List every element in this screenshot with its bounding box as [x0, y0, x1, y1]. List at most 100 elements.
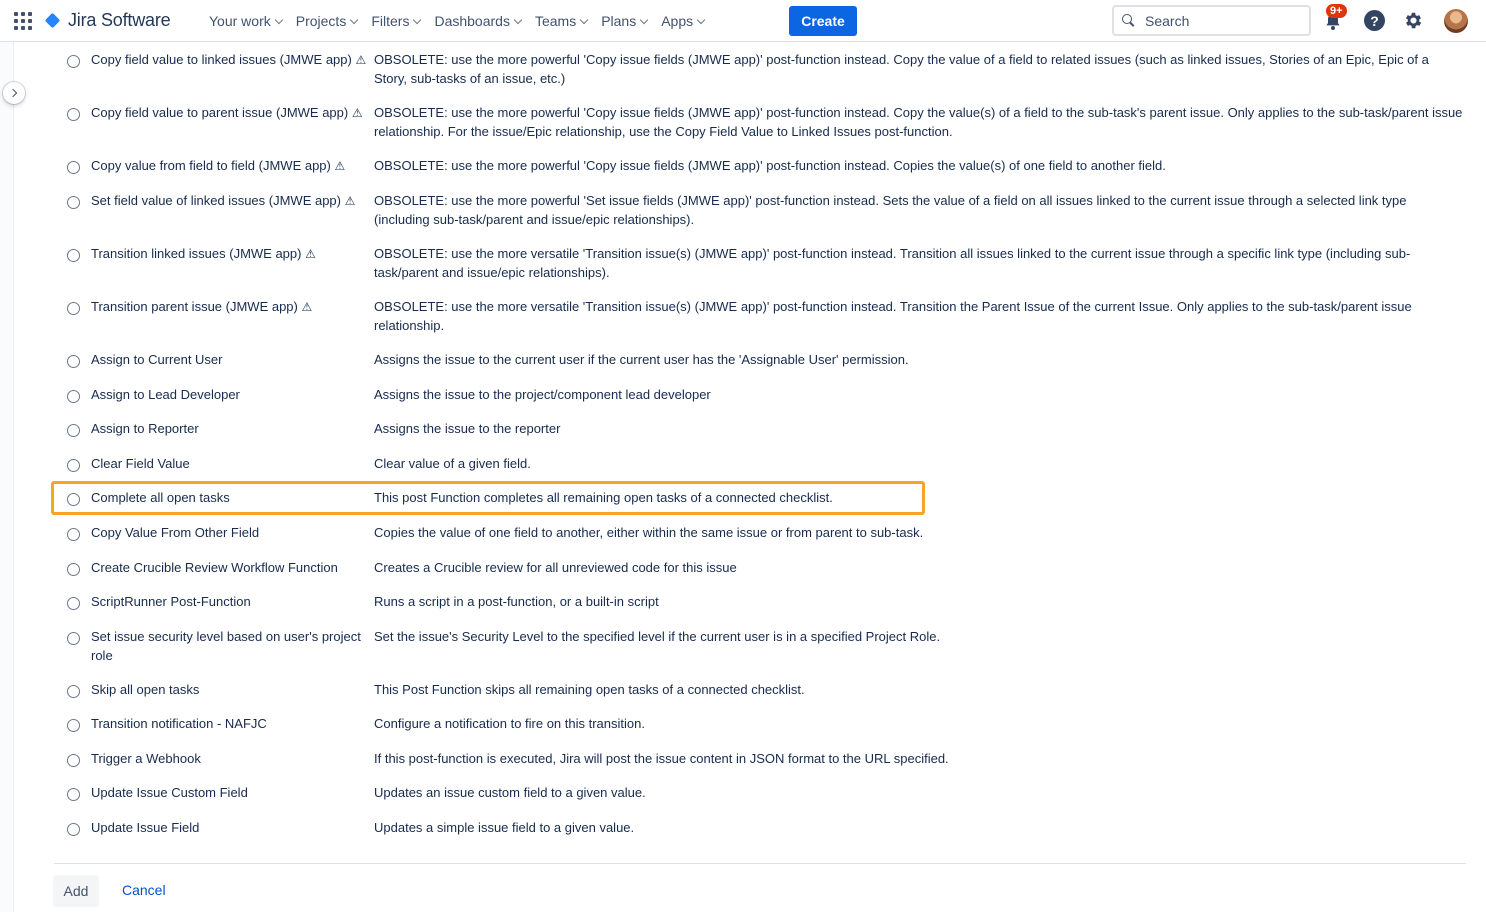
settings-gear-icon[interactable]	[1403, 10, 1424, 31]
function-description: OBSOLETE: use the more versatile 'Transi…	[374, 246, 1411, 280]
function-name-text: Transition notification - NAFJC	[91, 716, 267, 731]
radio-button[interactable]	[67, 719, 80, 732]
nav-item-label: Filters	[371, 13, 410, 29]
chevron-down-icon	[579, 15, 589, 24]
function-name[interactable]: Skip all open tasks	[91, 681, 367, 700]
nav-item-apps[interactable]: Apps	[661, 0, 706, 42]
function-name[interactable]: Update Issue Field	[91, 819, 367, 838]
function-name[interactable]: Assign to Lead Developer	[91, 386, 367, 405]
nav-item-teams[interactable]: Teams	[535, 0, 589, 42]
warning-icon: ⚠	[351, 106, 363, 120]
radio-button[interactable]	[67, 493, 80, 506]
function-description: OBSOLETE: use the more powerful 'Copy is…	[374, 158, 1166, 173]
function-name-text: ScriptRunner Post-Function	[91, 594, 251, 609]
warning-icon: ⚠	[334, 159, 346, 173]
jira-logo[interactable]: Jira Software	[44, 10, 171, 31]
function-description: Assigns the issue to the project/compone…	[374, 387, 711, 402]
app-name: Jira Software	[68, 10, 171, 30]
function-name-text: Update Issue Field	[91, 820, 200, 835]
function-name-text: Complete all open tasks	[91, 490, 230, 505]
function-name[interactable]: ScriptRunner Post-Function	[91, 593, 367, 612]
notification-count-badge: 9+	[1326, 4, 1347, 18]
function-description: OBSOLETE: use the more powerful 'Copy is…	[374, 52, 1429, 86]
function-name[interactable]: Assign to Reporter	[91, 420, 367, 439]
function-name[interactable]: Assign to Current User	[91, 351, 367, 370]
nav-item-projects[interactable]: Projects	[296, 0, 359, 42]
function-name[interactable]: Transition linked issues (JMWE app) ⚠	[91, 245, 367, 264]
radio-button[interactable]	[67, 302, 80, 315]
app-switcher-icon[interactable]	[14, 12, 32, 30]
radio-button[interactable]	[67, 632, 80, 645]
chevron-down-icon	[513, 15, 523, 24]
create-button[interactable]: Create	[789, 6, 857, 36]
nav-item-label: Apps	[661, 13, 694, 29]
function-name[interactable]: Transition parent issue (JMWE app) ⚠	[91, 298, 367, 317]
function-name[interactable]: Create Crucible Review Workflow Function	[91, 559, 367, 578]
radio-button[interactable]	[67, 161, 80, 174]
radio-button[interactable]	[67, 528, 80, 541]
nav-item-filters[interactable]: Filters	[371, 0, 422, 42]
warning-icon: ⚠	[305, 247, 316, 261]
function-name[interactable]: Transition notification - NAFJC	[91, 715, 367, 734]
search-box[interactable]	[1112, 5, 1311, 36]
function-description: Set the issue's Security Level to the sp…	[374, 629, 941, 644]
radio-button[interactable]	[67, 459, 80, 472]
radio-button[interactable]	[67, 424, 80, 437]
function-name[interactable]: Copy value from field to field (JMWE app…	[91, 157, 367, 176]
primary-nav: Your work Projects Filters Dashboards Teams P…	[209, 0, 718, 42]
function-name[interactable]: Copy field value to parent issue (JMWE a…	[91, 104, 367, 123]
function-name-text: Skip all open tasks	[91, 682, 200, 697]
function-name[interactable]: Copy field value to linked issues (JMWE …	[91, 51, 367, 70]
function-description: If this post-function is executed, Jira …	[374, 751, 949, 766]
function-name[interactable]: Update Issue Custom Field	[91, 784, 367, 803]
function-name-text: Update Issue Custom Field	[91, 785, 248, 800]
function-name[interactable]: Complete all open tasks	[91, 489, 367, 508]
function-description: OBSOLETE: use the more powerful 'Set iss…	[374, 193, 1407, 227]
function-description: Updates an issue custom field to a given…	[374, 785, 646, 800]
radio-button[interactable]	[67, 196, 80, 209]
function-name-text: Set field value of linked issues (JMWE a…	[91, 193, 341, 208]
search-icon	[1122, 14, 1135, 27]
function-name[interactable]: Set field value of linked issues (JMWE a…	[91, 192, 367, 211]
search-input[interactable]	[1145, 12, 1305, 29]
user-avatar[interactable]	[1444, 9, 1468, 33]
warning-icon: ⚠	[301, 300, 313, 314]
radio-button[interactable]	[67, 355, 80, 368]
nav-item-dashboards[interactable]: Dashboards	[434, 0, 523, 42]
radio-button[interactable]	[67, 823, 80, 836]
radio-button[interactable]	[67, 55, 80, 68]
radio-button[interactable]	[67, 597, 80, 610]
function-name[interactable]: Copy Value From Other Field	[91, 524, 367, 543]
nav-item-label: Dashboards	[434, 13, 510, 29]
function-name[interactable]: Set issue security level based on user's…	[91, 628, 367, 665]
radio-button[interactable]	[67, 249, 80, 262]
chevron-down-icon	[413, 15, 422, 24]
function-name[interactable]: Clear Field Value	[91, 455, 367, 474]
cancel-link[interactable]: Cancel	[122, 882, 166, 898]
warning-icon: ⚠	[355, 53, 367, 67]
help-icon[interactable]: ?	[1364, 10, 1385, 31]
expand-sidebar-button[interactable]	[3, 82, 25, 104]
function-description: Configure a notification to fire on this…	[374, 716, 645, 731]
function-name-text: Assign to Lead Developer	[91, 387, 240, 402]
function-description: Copies the value of one field to another…	[374, 525, 924, 540]
nav-item-plans[interactable]: Plans	[601, 0, 649, 42]
radio-button[interactable]	[67, 788, 80, 801]
nav-item-label: Plans	[601, 13, 637, 29]
function-name-text: Assign to Current User	[91, 352, 223, 367]
function-description: OBSOLETE: use the more versatile 'Transi…	[374, 299, 1412, 333]
add-button[interactable]: Add	[53, 875, 99, 907]
function-name-text: Assign to Reporter	[91, 421, 199, 436]
function-name-text: Copy Value From Other Field	[91, 525, 260, 540]
radio-button[interactable]	[67, 108, 80, 121]
radio-button[interactable]	[67, 563, 80, 576]
radio-button[interactable]	[67, 754, 80, 767]
function-name-text: Copy field value to linked issues (JMWE …	[91, 52, 352, 67]
radio-button[interactable]	[67, 685, 80, 698]
nav-item-your-work[interactable]: Your work	[209, 0, 283, 42]
sidebar-collapsed-rail	[0, 42, 14, 912]
function-name-text: Copy value from field to field (JMWE app…	[91, 158, 331, 173]
radio-button[interactable]	[67, 390, 80, 403]
function-name[interactable]: Trigger a Webhook	[91, 750, 367, 769]
function-name-text: Copy field value to parent issue (JMWE a…	[91, 105, 349, 120]
